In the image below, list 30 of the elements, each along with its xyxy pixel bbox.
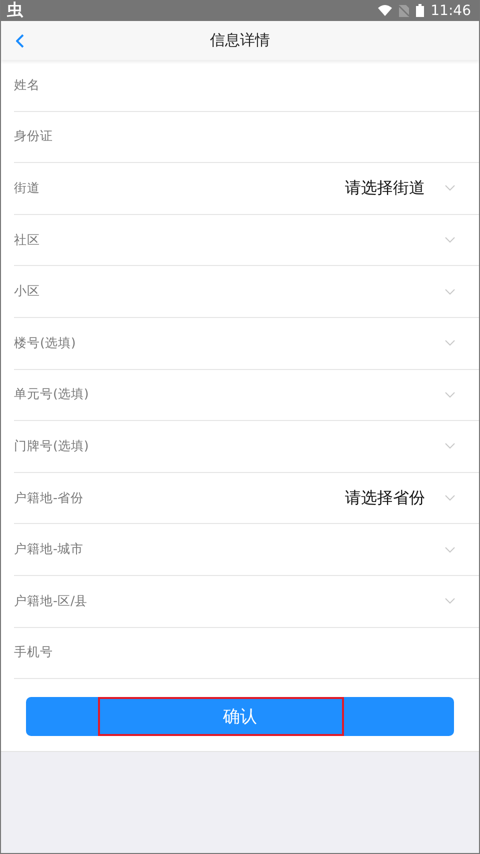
field-label: 门牌号(选填) <box>14 438 89 455</box>
select-placeholder[interactable]: 请选择省份 <box>345 488 425 509</box>
chevron-down-icon[interactable] <box>445 340 455 346</box>
chevron-down-icon[interactable] <box>445 443 455 450</box>
field-label: 手机号 <box>14 644 53 662</box>
app-notification-icon: 虫 <box>7 0 23 21</box>
chevron-down-icon[interactable] <box>445 237 455 244</box>
field-label: 户籍地-区/县 <box>14 592 88 610</box>
back-icon[interactable] <box>16 34 24 48</box>
chevron-down-icon[interactable] <box>445 495 455 502</box>
field-label: 单元号(选填) <box>14 386 89 404</box>
select-placeholder[interactable]: 请选择街道 <box>345 178 425 199</box>
field-label: 小区 <box>14 283 40 300</box>
page-title: 信息详情 <box>210 31 270 50</box>
no-sim-icon <box>398 4 409 16</box>
field-label: 社区 <box>14 232 40 249</box>
chevron-down-icon[interactable] <box>445 546 455 553</box>
field-label: 姓名 <box>14 76 40 94</box>
field-label: 户籍地-城市 <box>14 541 84 558</box>
field-label: 户籍地-省份 <box>14 490 84 507</box>
clock-time: 11:46 <box>430 2 471 18</box>
battery-icon <box>416 4 424 17</box>
field-label: 街道 <box>14 180 40 197</box>
chevron-down-icon[interactable] <box>445 598 455 604</box>
field-label: 楼号(选填) <box>14 334 76 352</box>
chevron-down-icon[interactable] <box>445 392 455 398</box>
chevron-down-icon[interactable] <box>445 288 455 295</box>
wifi-icon <box>378 5 392 16</box>
chevron-down-icon[interactable] <box>445 185 455 192</box>
field-label: 身份证 <box>14 128 53 146</box>
